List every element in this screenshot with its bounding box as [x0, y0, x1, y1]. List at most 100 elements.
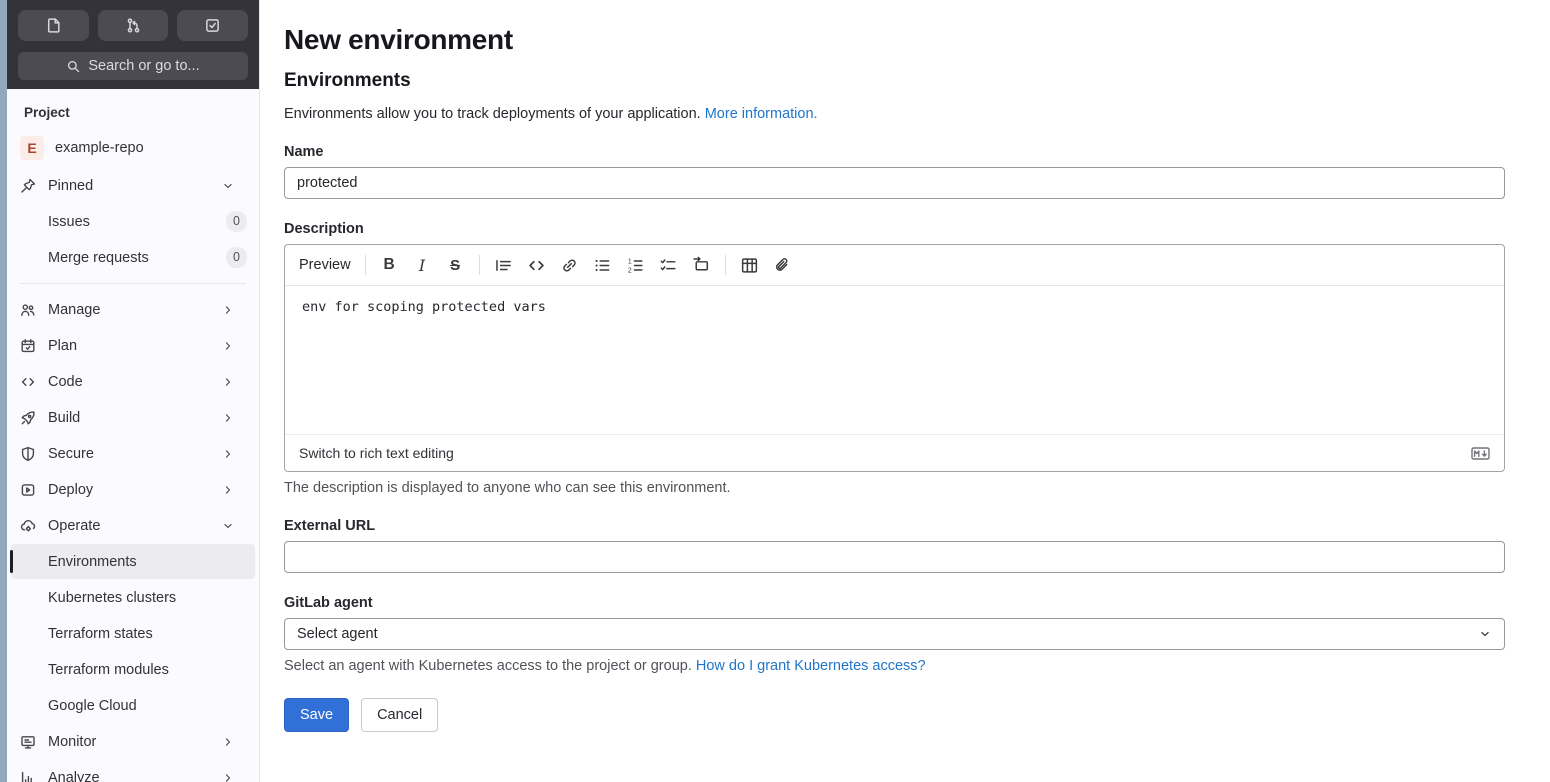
external-url-label: External URL — [284, 518, 376, 534]
link-icon[interactable] — [560, 256, 579, 275]
table-icon[interactable] — [740, 256, 759, 275]
sidebar-header: Search or go to... — [7, 0, 259, 89]
code-icon — [20, 374, 36, 390]
page-title: New environment — [284, 24, 513, 55]
sidebar-item-label: Secure — [48, 445, 94, 462]
quote-icon[interactable] — [494, 256, 513, 275]
intro-text: Environments allow you to track deployme… — [284, 106, 701, 122]
sidebar-item-label: Monitor — [48, 733, 97, 750]
gitlab-agent-label: GitLab agent — [284, 595, 373, 611]
main-content: New environment Environments Environment… — [260, 0, 1550, 782]
sidebar-item-issues[interactable]: Issues 0 — [11, 204, 255, 239]
chevron-right-icon — [221, 771, 235, 782]
issues-count-badge: 0 — [226, 211, 247, 232]
sidebar-item-plan[interactable]: Plan — [11, 328, 255, 363]
window-edge-strip — [0, 0, 7, 782]
sidebar-item-environments[interactable]: Environments — [10, 544, 255, 579]
operate-icon — [20, 518, 36, 534]
environments-heading: Environments — [284, 70, 411, 91]
sidebar-item-deploy[interactable]: Deploy — [11, 472, 255, 507]
toolbar-divider — [478, 255, 480, 275]
sidebar-item-merge-requests[interactable]: Merge requests 0 — [11, 240, 255, 275]
merge-request-icon — [125, 17, 142, 34]
issues-icon — [45, 17, 62, 34]
sidebar-item-label: Analyze — [48, 769, 100, 782]
chevron-right-icon — [221, 339, 235, 353]
chevron-down-icon — [1478, 627, 1492, 641]
sidebar-item-label: Operate — [48, 517, 101, 534]
search-icon — [66, 59, 81, 74]
sidebar-section-label: Project — [24, 105, 70, 120]
people-icon — [20, 302, 36, 318]
kubernetes-access-link[interactable]: How do I grant Kubernetes access? — [696, 658, 926, 674]
bullet-list-icon[interactable] — [593, 256, 612, 275]
task-list-icon[interactable] — [659, 256, 678, 275]
external-url-input[interactable] — [284, 541, 1505, 573]
sidebar-item-label: Merge requests — [48, 249, 149, 266]
sidebar-item-label: Pinned — [48, 177, 94, 194]
description-textarea[interactable]: env for scoping protected vars — [285, 286, 1504, 434]
sidebar-item-analyze[interactable]: Analyze — [11, 760, 255, 782]
save-button[interactable]: Save — [284, 698, 350, 732]
merge-requests-shortcut-button[interactable] — [97, 10, 169, 41]
chevron-right-icon — [221, 375, 235, 389]
preview-tab[interactable]: Preview — [299, 257, 351, 273]
description-label: Description — [284, 221, 364, 237]
sidebar-item-label: Deploy — [48, 481, 94, 498]
chevron-down-icon — [221, 179, 235, 193]
chevron-right-icon — [221, 411, 235, 425]
sidebar-item-build[interactable]: Build — [11, 400, 255, 435]
chevron-right-icon — [221, 447, 235, 461]
chevron-right-icon — [221, 735, 235, 749]
agent-select[interactable]: Select agent — [284, 618, 1505, 650]
sidebar-item-label: Issues — [48, 213, 90, 230]
numbered-list-icon[interactable]: 12 — [626, 256, 645, 275]
sidebar-item-kubernetes-clusters[interactable]: Kubernetes clusters — [11, 580, 255, 615]
more-information-link[interactable]: More information. — [705, 106, 818, 122]
strikethrough-icon[interactable]: S — [446, 256, 465, 275]
sidebar-item-terraform-states[interactable]: Terraform states — [11, 616, 255, 651]
sidebar-item-operate[interactable]: Operate — [11, 508, 255, 543]
analyze-icon — [20, 770, 36, 782]
sidebar-divider — [20, 283, 246, 284]
monitor-icon — [20, 734, 36, 750]
cancel-button[interactable]: Cancel — [361, 698, 439, 732]
sidebar-item-project[interactable]: E example-repo — [11, 129, 255, 167]
sidebar-item-google-cloud[interactable]: Google Cloud — [11, 688, 255, 723]
attachment-icon[interactable] — [773, 256, 792, 275]
markdown-icon — [1471, 446, 1490, 460]
markdown-toolbar: Preview B I S 12 — [285, 245, 1504, 286]
code-icon[interactable] — [527, 256, 546, 275]
sidebar-item-code[interactable]: Code — [11, 364, 255, 399]
italic-icon[interactable]: I — [413, 256, 432, 275]
todo-shortcut-button[interactable] — [177, 10, 249, 41]
chevron-down-icon — [221, 519, 235, 533]
shield-icon — [20, 446, 36, 462]
agent-helper-text: Select an agent with Kubernetes access t… — [284, 658, 692, 674]
sidebar-item-manage[interactable]: Manage — [11, 292, 255, 327]
toolbar-divider — [364, 255, 366, 275]
switch-rich-text-link[interactable]: Switch to rich text editing — [299, 445, 454, 461]
calendar-icon — [20, 338, 36, 354]
svg-text:2: 2 — [627, 267, 631, 274]
sidebar-item-label: Terraform modules — [48, 661, 169, 678]
name-input[interactable] — [284, 167, 1505, 199]
description-editor: Preview B I S 12 env for scoping protect… — [284, 244, 1505, 472]
sidebar-item-label: Terraform states — [48, 625, 153, 642]
search-input[interactable]: Search or go to... — [18, 52, 248, 80]
deploy-icon — [20, 482, 36, 498]
sidebar-item-monitor[interactable]: Monitor — [11, 724, 255, 759]
collapsible-section-icon[interactable] — [692, 256, 711, 275]
sidebar-item-secure[interactable]: Secure — [11, 436, 255, 471]
sidebar-item-label: Code — [48, 373, 83, 390]
sidebar-item-label: Plan — [48, 337, 78, 354]
issues-shortcut-button[interactable] — [18, 10, 89, 41]
sidebar-item-pinned[interactable]: Pinned — [11, 168, 255, 203]
bold-icon[interactable]: B — [380, 256, 399, 275]
search-placeholder: Search or go to... — [88, 58, 200, 74]
rocket-icon — [20, 410, 36, 426]
sidebar-item-label: Manage — [48, 301, 101, 318]
sidebar-item-terraform-modules[interactable]: Terraform modules — [11, 652, 255, 687]
project-avatar: E — [20, 136, 44, 160]
sidebar: Search or go to... Project E example-rep… — [7, 0, 260, 782]
